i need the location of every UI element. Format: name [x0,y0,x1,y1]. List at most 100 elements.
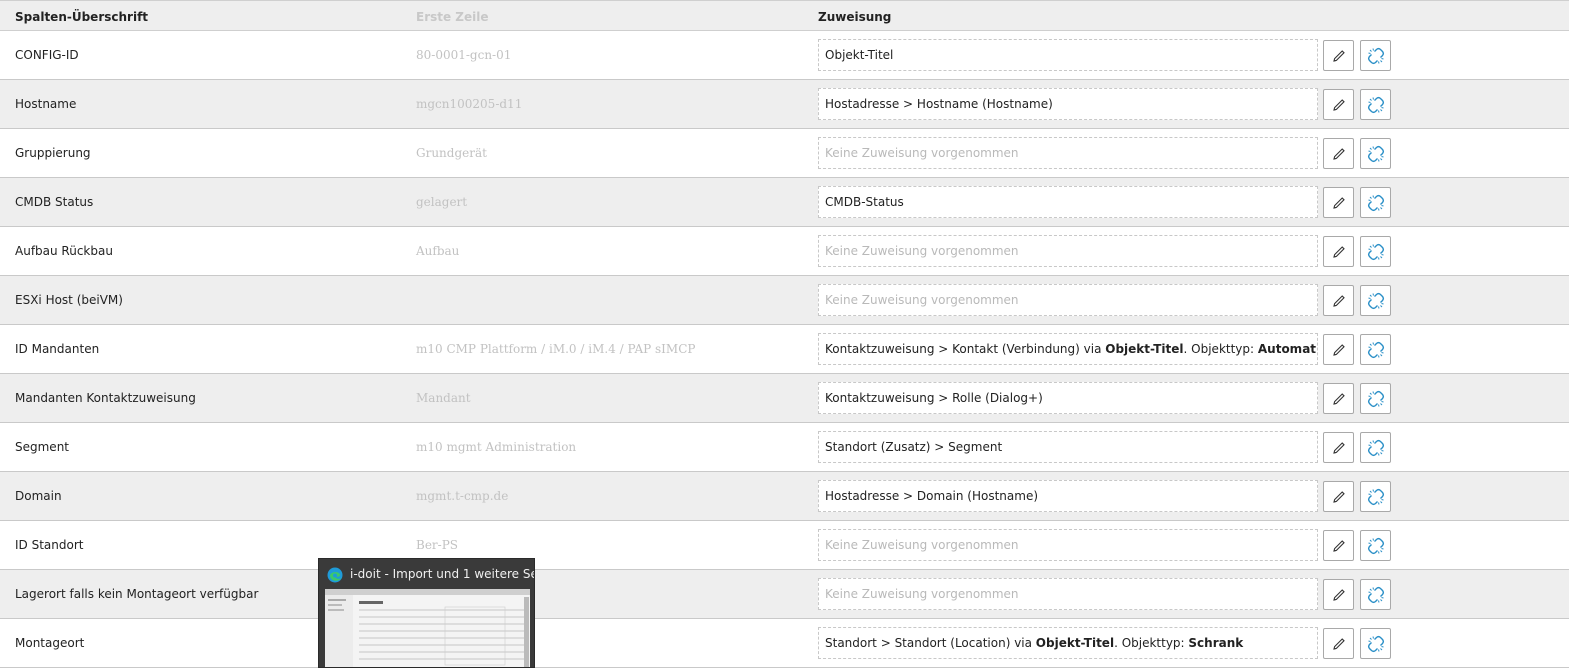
pencil-icon [1331,587,1347,603]
assignment-field[interactable]: Hostadresse > Domain (Hostname) [818,480,1318,512]
first-row-cell: m10 mgmt Administration [416,440,577,454]
edit-assignment-button[interactable] [1323,628,1354,659]
pencil-icon [1331,97,1347,113]
first-row-cell: Ber-PS [416,538,459,552]
remove-assignment-button[interactable] [1360,334,1391,365]
edit-assignment-button[interactable] [1323,236,1354,267]
table-row: CMDB Status gelagert CMDB-Status [0,178,1569,227]
edit-assignment-button[interactable] [1323,334,1354,365]
assignment-field[interactable]: Standort (Zusatz) > Segment [818,431,1318,463]
edit-assignment-button[interactable] [1323,187,1354,218]
remove-assignment-button[interactable] [1360,285,1391,316]
remove-assignment-button[interactable] [1360,383,1391,414]
edit-assignment-button[interactable] [1323,89,1354,120]
unlink-icon [1367,586,1385,604]
pencil-icon [1331,636,1347,652]
remove-assignment-button[interactable] [1360,481,1391,512]
table-row: Gruppierung Grundgerät Keine Zuweisung vor… [0,129,1569,178]
taskbar-window-preview[interactable]: i-doit - Import und 1 weitere Se... [318,558,535,668]
first-row-cell: Mandant [416,391,471,405]
table-row: Lagerort falls kein Montageort verfügbar… [0,570,1569,619]
assignment-field[interactable]: Kontaktzuweisung > Kontakt (Verbindung) … [818,333,1318,365]
unlink-icon [1367,243,1385,261]
edit-assignment-button[interactable] [1323,40,1354,71]
remove-assignment-button[interactable] [1360,187,1391,218]
assignment-field[interactable]: Keine Zuweisung vorgenommen [818,578,1318,610]
assignment-field[interactable]: CMDB-Status [818,186,1318,218]
unlink-icon [1367,439,1385,457]
unlink-icon [1367,390,1385,408]
assignment-text-part: Objekt-Titel [1035,636,1115,650]
first-row-cell: Grundgerät [416,146,487,160]
table-row: Domain mgmt.t-cmp.de Hostadresse > Domain … [0,472,1569,521]
unlink-icon [1367,292,1385,310]
assignment-field[interactable]: Standort > Standort (Location) via Objek… [818,627,1318,659]
unlink-icon [1367,341,1385,359]
unlink-icon [1367,537,1385,555]
first-row-cell: gelagert [416,195,468,209]
first-row-cell: 80-0001-gcn-01 [416,48,512,62]
table-row: ID Standort Ber-PS Keine Zuweisung vorgeno… [0,521,1569,570]
pencil-icon [1331,489,1347,505]
unlink-icon [1367,194,1385,212]
first-row-cell: mgcn100205-d11 [416,97,523,111]
assignment-field[interactable]: Kontaktzuweisung > Rolle (Dialog+) [818,382,1318,414]
unlink-icon [1367,635,1385,653]
assignment-text-part: Kontaktzuweisung > Kontakt (Verbindung) … [825,342,1106,356]
assignment-text-part: Standort > Standort (Location) via [825,636,1036,650]
table-header: Spalten-Überschrift Erste Zeile Zuweisun… [0,0,1569,31]
pencil-icon [1331,293,1347,309]
pencil-icon [1331,342,1347,358]
assignment-field[interactable]: Keine Zuweisung vorgenommen [818,529,1318,561]
column-heading-cell: CMDB Status [15,195,94,209]
table-row: Aufbau Rückbau Aufbau Keine Zuweisung vorg… [0,227,1569,276]
edit-assignment-button[interactable] [1323,285,1354,316]
remove-assignment-button[interactable] [1360,579,1391,610]
edit-assignment-button[interactable] [1323,481,1354,512]
assignment-text-part: Schrank [1188,636,1244,650]
remove-assignment-button[interactable] [1360,236,1391,267]
remove-assignment-button[interactable] [1360,628,1391,659]
remove-assignment-button[interactable] [1360,432,1391,463]
first-row-cell: mgmt.t-cmp.de [416,489,509,503]
assignment-field[interactable]: Keine Zuweisung vorgenommen [818,137,1318,169]
column-heading-cell: Aufbau Rückbau [15,244,113,258]
column-heading-cell: Lagerort falls kein Montageort verfügbar [15,587,259,601]
assignment-field[interactable]: Hostadresse > Hostname (Hostname) [818,88,1318,120]
assignment-text-part: Automatisch [1257,342,1317,356]
assignment-text-part: Objekt-Titel [1105,342,1184,356]
column-heading-cell: CONFIG-ID [15,48,79,62]
edit-assignment-button[interactable] [1323,138,1354,169]
pencil-icon [1331,146,1347,162]
assignment-field[interactable]: Objekt-Titel [818,39,1318,71]
edit-assignment-button[interactable] [1323,530,1354,561]
first-row-cell: m10 CMP Plattform / iM.0 / iM.4 / PAP sI… [416,342,696,356]
table-row: Hostname mgcn100205-d11 Hostadresse > Host… [0,80,1569,129]
table-row: ID Mandanten m10 CMP Plattform / iM.0 / i… [0,325,1569,374]
column-heading-cell: ID Standort [15,538,84,552]
assignment-field[interactable]: Keine Zuweisung vorgenommen [818,235,1318,267]
column-heading-cell: Montageort [15,636,85,650]
remove-assignment-button[interactable] [1360,530,1391,561]
edit-assignment-button[interactable] [1323,579,1354,610]
column-heading-cell: Segment [15,440,69,454]
column-heading-cell: ID Mandanten [15,342,100,356]
edit-assignment-button[interactable] [1323,432,1354,463]
header-first-row: Erste Zeile [416,10,489,24]
edge-browser-icon [327,567,343,586]
assignment-field[interactable]: Keine Zuweisung vorgenommen [818,284,1318,316]
pencil-icon [1331,244,1347,260]
edit-assignment-button[interactable] [1323,383,1354,414]
remove-assignment-button[interactable] [1360,40,1391,71]
assignment-text-part: . Objekttyp: [1183,342,1258,356]
column-heading-cell: Domain [15,489,62,503]
remove-assignment-button[interactable] [1360,89,1391,120]
pencil-icon [1331,440,1347,456]
table-row: CONFIG-ID 80-0001-gcn-01 Objekt-Titel [0,31,1569,80]
pencil-icon [1331,391,1347,407]
column-heading-cell: ESXi Host (beiVM) [15,293,123,307]
unlink-icon [1367,96,1385,114]
header-column-heading: Spalten-Überschrift [15,10,149,24]
import-mapping-table: Spalten-Überschrift Erste Zeile Zuweisun… [0,0,1569,668]
remove-assignment-button[interactable] [1360,138,1391,169]
